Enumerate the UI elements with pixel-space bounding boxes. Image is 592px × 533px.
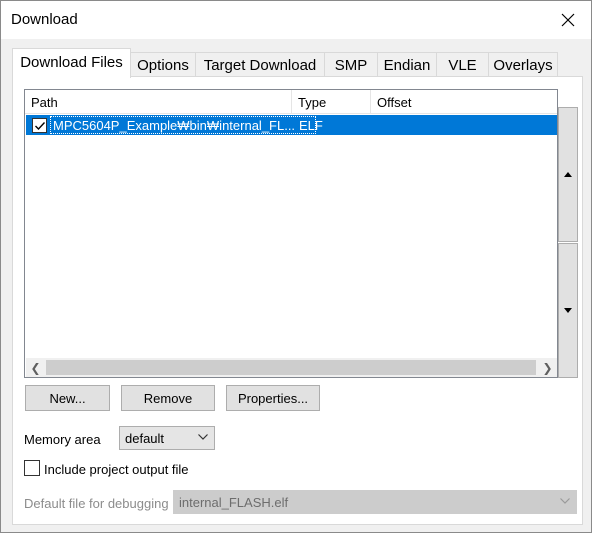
close-icon bbox=[561, 13, 575, 27]
download-dialog: Download Download Files Options Target D… bbox=[0, 0, 592, 533]
default-debug-file-select: internal_FLASH.elf bbox=[173, 490, 577, 514]
title-bar: Download bbox=[1, 1, 591, 39]
tab-label: Overlays bbox=[493, 57, 553, 74]
column-header-path[interactable]: Path bbox=[25, 90, 292, 114]
scroll-right-icon[interactable]: ❯ bbox=[538, 358, 557, 377]
tab-label: SMP bbox=[334, 57, 368, 74]
table-row[interactable]: MPC5604P_Example₩bin₩internal_FL... ELF bbox=[26, 115, 557, 135]
checkmark-icon bbox=[35, 122, 46, 131]
tab-strip: Download Files Options Target Download S… bbox=[12, 48, 582, 78]
scroll-left-icon[interactable]: ❮ bbox=[26, 358, 45, 377]
column-header-type[interactable]: Type bbox=[292, 90, 371, 114]
move-up-button[interactable] bbox=[558, 107, 578, 242]
tab-vle[interactable]: VLE bbox=[436, 52, 489, 78]
remove-button[interactable]: Remove bbox=[121, 385, 215, 411]
default-debug-file-label: Default file for debugging bbox=[24, 496, 169, 511]
tab-label: VLE bbox=[448, 57, 477, 74]
new-button[interactable]: New... bbox=[25, 385, 110, 411]
tab-label: Download Files bbox=[20, 54, 123, 71]
tab-options[interactable]: Options bbox=[130, 52, 196, 78]
window-title: Download bbox=[11, 11, 78, 28]
tab-overlays[interactable]: Overlays bbox=[488, 52, 558, 78]
horizontal-scrollbar[interactable]: ❮ ❯ bbox=[26, 358, 557, 377]
move-buttons bbox=[558, 107, 578, 379]
chevron-down-icon bbox=[198, 434, 208, 440]
triangle-down-icon bbox=[564, 308, 572, 313]
move-down-button[interactable] bbox=[558, 243, 578, 378]
chevron-down-icon bbox=[560, 498, 570, 504]
scroll-thumb[interactable] bbox=[46, 360, 536, 375]
properties-button[interactable]: Properties... bbox=[226, 385, 320, 411]
memory-area-value: default bbox=[125, 431, 165, 446]
include-output-checkbox[interactable] bbox=[24, 460, 40, 476]
close-button[interactable] bbox=[545, 1, 591, 39]
tab-label: Target Download bbox=[203, 57, 317, 74]
list-header: Path Type Offset bbox=[25, 90, 557, 114]
tab-download-files[interactable]: Download Files bbox=[12, 48, 131, 78]
include-output-label: Include project output file bbox=[44, 462, 189, 477]
tab-smp[interactable]: SMP bbox=[324, 52, 378, 78]
default-debug-file-value: internal_FLASH.elf bbox=[179, 495, 289, 510]
row-path: MPC5604P_Example₩bin₩internal_FL... bbox=[53, 118, 296, 133]
tab-target-download[interactable]: Target Download bbox=[195, 52, 325, 78]
memory-area-label: Memory area bbox=[24, 432, 101, 447]
tab-label: Endian bbox=[383, 57, 431, 74]
triangle-up-icon bbox=[564, 172, 572, 177]
row-checkbox[interactable] bbox=[32, 118, 47, 133]
tab-endian[interactable]: Endian bbox=[377, 52, 437, 78]
memory-area-select[interactable]: default bbox=[119, 426, 215, 450]
download-files-list[interactable]: Path Type Offset MPC5604P_Example₩bin₩in… bbox=[24, 89, 558, 378]
tab-label: Options bbox=[137, 57, 189, 74]
row-type: ELF bbox=[299, 118, 323, 133]
column-header-offset[interactable]: Offset bbox=[371, 90, 557, 114]
